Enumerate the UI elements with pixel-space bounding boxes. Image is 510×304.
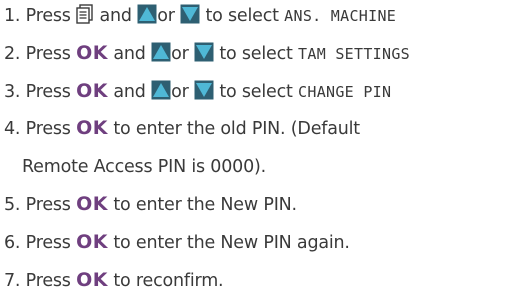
step-3: 3. Press OK and or to select CHANGE PIN [4, 80, 391, 102]
down-arrow-icon [194, 80, 214, 100]
step-or: or [171, 44, 189, 64]
step-number: 2. [4, 44, 21, 64]
up-arrow-icon [151, 42, 171, 62]
step-6: 6. Press OK to enter the New PIN again. [4, 232, 350, 253]
display-text: CHANGE PIN [298, 83, 392, 101]
step-number: 1. [4, 6, 21, 26]
step-to-select: to select [219, 82, 293, 102]
display-text: ANS. MACHINE [284, 7, 397, 25]
up-arrow-icon [151, 80, 171, 100]
step-number: 3. [4, 82, 21, 102]
step-1: 1. Press and or to select ANS. MACHINE [4, 4, 396, 29]
step-press: Press [25, 233, 71, 253]
ok-key-label: OK [76, 42, 108, 64]
ok-key-label: OK [76, 269, 108, 291]
step-press: Press [25, 6, 71, 26]
step-and: and [113, 82, 146, 102]
step-number: 7. [4, 271, 21, 291]
display-text: TAM SETTINGS [298, 45, 411, 63]
menu-key-icon [76, 4, 94, 29]
step-press: Press [25, 195, 71, 215]
step-5: 5. Press OK to enter the New PIN. [4, 194, 297, 215]
step-text-continued: Remote Access PIN is 0000). [22, 157, 266, 177]
step-text: to enter the old PIN. (Default [113, 119, 360, 139]
ok-key-label: OK [76, 80, 108, 102]
step-2: 2. Press OK and or to select TAM SETTING… [4, 42, 410, 64]
ok-key-label: OK [76, 231, 108, 253]
step-press: Press [25, 82, 71, 102]
down-arrow-icon [180, 4, 200, 24]
step-4: 4. Press OK to enter the old PIN. (Defau… [4, 118, 360, 177]
down-arrow-icon [194, 42, 214, 62]
step-number: 5. [4, 195, 21, 215]
step-press: Press [25, 271, 71, 291]
step-to-select: to select [219, 44, 293, 64]
step-number: 4. [4, 119, 21, 139]
step-press: Press [25, 119, 71, 139]
step-text: to enter the New PIN. [113, 195, 297, 215]
step-number: 6. [4, 233, 21, 253]
step-7: 7. Press OK to reconfirm. [4, 269, 224, 291]
ok-key-label: OK [76, 117, 108, 139]
step-press: Press [25, 44, 71, 64]
step-or: or [157, 6, 175, 26]
step-to-select: to select [205, 6, 279, 26]
step-text: to reconfirm. [113, 271, 224, 291]
up-arrow-icon [137, 4, 157, 24]
step-and: and [99, 6, 132, 26]
step-or: or [171, 82, 189, 102]
step-text: to enter the New PIN again. [113, 233, 350, 253]
step-and: and [113, 44, 146, 64]
ok-key-label: OK [76, 193, 108, 215]
